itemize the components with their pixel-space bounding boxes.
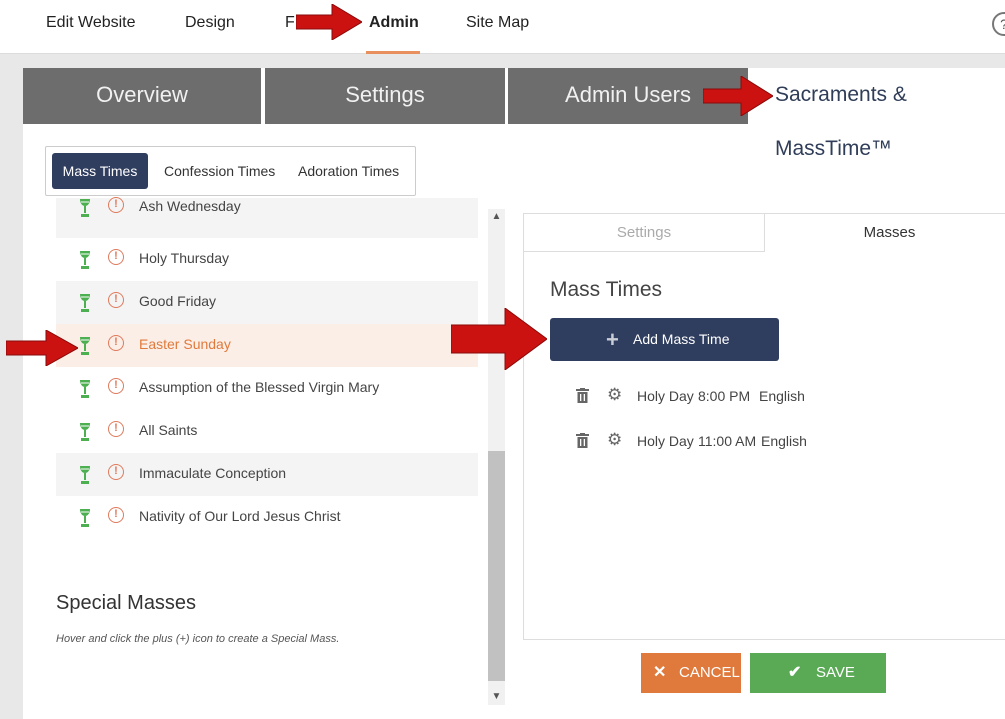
warning-icon: !	[108, 249, 124, 265]
mass-day: Holy Day	[637, 433, 694, 449]
tab-overview[interactable]: Overview	[23, 68, 261, 124]
warning-icon: !	[108, 464, 124, 480]
chalice-icon	[80, 466, 90, 484]
list-item-selected[interactable]: ! Easter Sunday	[56, 324, 478, 367]
holy-day-label: Good Friday	[139, 293, 217, 309]
nav-active-underline	[366, 51, 420, 54]
tab-detail-settings[interactable]: Settings	[524, 214, 765, 252]
nav-truncated-item[interactable]: F	[285, 13, 295, 33]
scroll-up-icon[interactable]: ▲	[488, 209, 505, 225]
list-item[interactable]: ! Nativity of Our Lord Jesus Christ	[56, 496, 478, 539]
check-icon: ✔	[788, 664, 802, 681]
special-masses-title: Special Masses	[56, 592, 197, 614]
chalice-icon	[80, 423, 90, 441]
warning-icon: !	[108, 507, 124, 523]
mass-time: 8:00 PM	[698, 388, 751, 404]
gear-icon[interactable]: ⚙	[607, 431, 622, 449]
add-mass-time-label: Add Mass Time	[633, 331, 730, 347]
tab-settings[interactable]: Settings	[265, 68, 505, 124]
warning-icon: !	[108, 292, 124, 308]
warning-icon: !	[108, 335, 124, 351]
holy-day-label: Easter Sunday	[139, 336, 231, 352]
top-nav: Edit Website Design F Admin Site Map ?	[0, 0, 1005, 54]
scroll-down-icon[interactable]: ▼	[488, 689, 505, 705]
chalice-icon	[80, 294, 90, 312]
nav-site-map[interactable]: Site Map	[466, 13, 529, 33]
gear-icon[interactable]: ⚙	[607, 386, 622, 404]
nav-design[interactable]: Design	[185, 13, 235, 33]
holy-day-label: Immaculate Conception	[139, 465, 287, 481]
list-item[interactable]: ! Holy Thursday	[56, 238, 478, 281]
trash-icon[interactable]	[576, 433, 589, 448]
close-icon: ✕	[653, 664, 667, 681]
subtab-adoration-times[interactable]: Adoration Times	[286, 153, 411, 189]
chalice-icon	[80, 380, 90, 398]
chalice-icon	[80, 337, 90, 355]
section-tabs: Overview Settings Admin Users Sacraments…	[23, 68, 1005, 160]
nav-edit-website[interactable]: Edit Website	[46, 13, 136, 33]
cancel-label: CANCEL	[679, 664, 740, 681]
arrow-annotation-easter	[6, 330, 78, 366]
holy-day-label: Assumption of the Blessed Virgin Mary	[139, 379, 380, 395]
warning-icon: !	[108, 421, 124, 437]
trash-icon[interactable]	[576, 388, 589, 403]
cancel-button[interactable]: ✕ CANCEL	[641, 653, 741, 693]
sacrament-type-tabs: Mass Times Confession Times Adoration Ti…	[45, 146, 416, 196]
mass-time: 11:00 AM	[698, 433, 757, 449]
mass-day: Holy Day	[637, 388, 694, 404]
mass-detail-panel: Settings Masses Mass Times + Add Mass Ti…	[523, 213, 1005, 705]
mass-language: English	[759, 388, 805, 404]
list-item[interactable]: ! Good Friday	[56, 281, 478, 324]
scroll-thumb[interactable]	[488, 451, 505, 681]
help-icon[interactable]: ?	[992, 12, 1005, 36]
list-scrollbar[interactable]: ▲ ▼	[488, 209, 505, 705]
screen: Edit Website Design F Admin Site Map ? O…	[0, 0, 1005, 719]
list-item[interactable]: ! Assumption of the Blessed Virgin Mary	[56, 367, 478, 410]
arrow-annotation-add-mass	[451, 308, 547, 370]
list-item[interactable]: ! All Saints	[56, 410, 478, 453]
chalice-icon	[80, 509, 90, 527]
warning-icon: !	[108, 378, 124, 394]
holy-day-label: Nativity of Our Lord Jesus Christ	[139, 508, 341, 524]
list-item[interactable]: ! Immaculate Conception	[56, 453, 478, 496]
plus-icon: +	[606, 327, 619, 352]
special-masses-hint: Hover and click the plus (+) icon to cre…	[56, 633, 340, 645]
arrow-annotation-admin	[296, 4, 362, 40]
chalice-icon	[80, 199, 90, 217]
holy-day-label: All Saints	[139, 422, 198, 438]
main-panel: Overview Settings Admin Users Sacraments…	[23, 68, 1005, 719]
form-footer: ✕ CANCEL ✔ SAVE	[523, 639, 1005, 705]
holy-day-label: Ash Wednesday	[139, 198, 241, 214]
arrow-annotation-sacraments	[703, 76, 773, 116]
tab-sacraments-masstime[interactable]: Sacraments & MassTime™	[751, 68, 1005, 160]
subtab-confession-times[interactable]: Confession Times	[152, 153, 287, 189]
holy-day-list: ! Ash Wednesday ! Holy Thursday ! Good F…	[56, 197, 478, 539]
mass-times-heading: Mass Times	[550, 278, 663, 301]
list-item[interactable]: ! Ash Wednesday	[56, 197, 478, 238]
tab-detail-masses[interactable]: Masses	[765, 214, 1005, 252]
subtab-mass-times[interactable]: Mass Times	[52, 153, 148, 189]
save-button[interactable]: ✔ SAVE	[750, 653, 886, 693]
nav-admin[interactable]: Admin	[369, 13, 419, 33]
mass-language: English	[761, 433, 807, 449]
save-label: SAVE	[816, 664, 855, 681]
add-mass-time-button[interactable]: + Add Mass Time	[550, 318, 779, 361]
holy-day-label: Holy Thursday	[139, 250, 230, 266]
chalice-icon	[80, 251, 90, 269]
warning-icon: !	[108, 197, 124, 213]
